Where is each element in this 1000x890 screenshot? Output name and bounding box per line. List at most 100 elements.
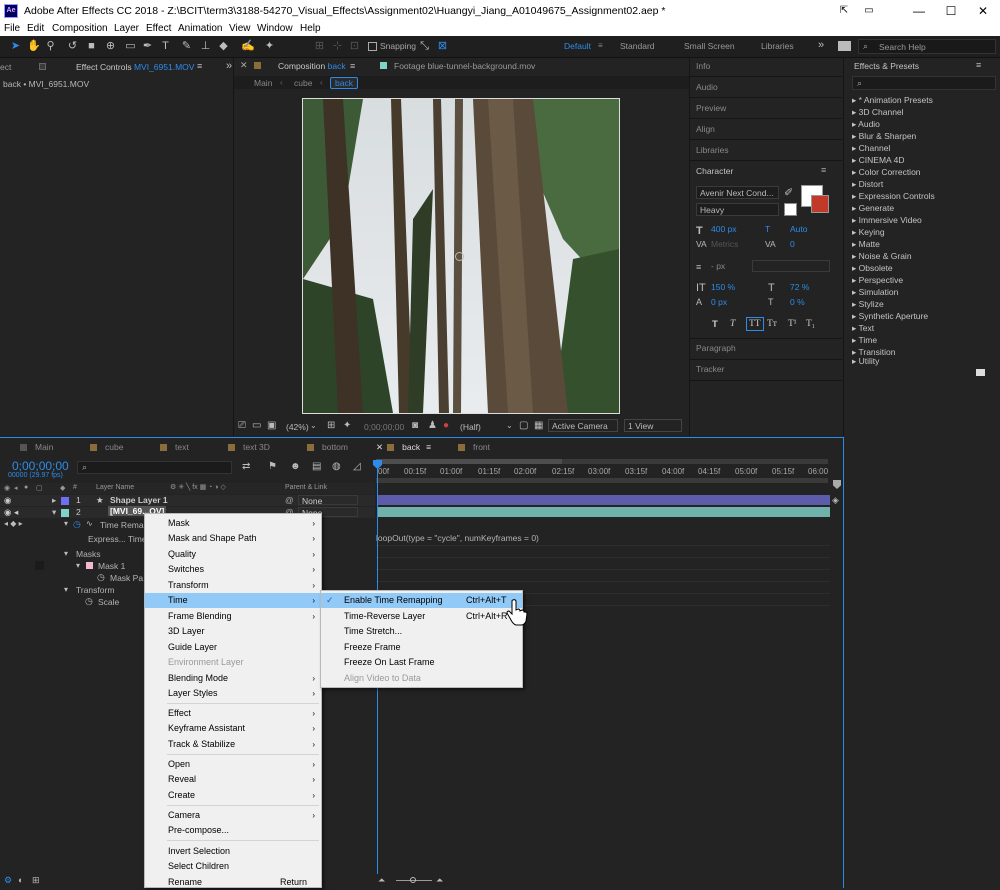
menu-item-reveal[interactable]: Reveal › [145, 772, 321, 787]
mask-visibility-icon[interactable]: ✦ [343, 420, 351, 431]
workspace-overflow-icon[interactable]: » [818, 39, 824, 51]
close-button[interactable]: ✕ [974, 2, 992, 20]
tracking-value[interactable]: 0 [790, 239, 795, 249]
axis-world-icon[interactable]: ⊹ [331, 40, 344, 53]
tracker-panel-tab[interactable]: Tracker [696, 364, 725, 374]
fx-item[interactable]: ▸ Simulation [852, 287, 898, 298]
info-panel-tab[interactable]: Info [696, 61, 710, 71]
camera-dropdown[interactable]: Active Camera [548, 419, 618, 432]
zoom-out-icon[interactable]: ⏶ [378, 875, 385, 886]
minimize-button[interactable]: — [910, 2, 928, 20]
mask1-label[interactable]: Mask 1 [98, 561, 125, 571]
snap-options-icon[interactable]: ⤡ [418, 40, 431, 53]
layer-bar-2[interactable] [378, 507, 830, 517]
menu-item-effect[interactable]: Effect › [145, 706, 321, 721]
transparency-grid-icon[interactable]: ▦ [534, 420, 543, 431]
faux-bold-button[interactable]: T [712, 319, 718, 330]
menu-item-enable-time-remapping[interactable]: ✓ Enable Time Remapping Ctrl+Alt+T [321, 593, 522, 608]
layer-name-header[interactable]: Layer Name [96, 484, 134, 491]
fx-item[interactable]: ▸ Keying [852, 227, 885, 238]
fx-item[interactable]: ▸ Distort [852, 179, 883, 190]
font-family-dropdown[interactable]: Avenir Next Cond... [696, 186, 779, 199]
zoom-slider-thumb[interactable] [410, 877, 416, 883]
menu-view[interactable]: View [229, 23, 251, 34]
menu-item-create[interactable]: Create › [145, 788, 321, 803]
tab-menu-icon[interactable]: ≡ [426, 442, 431, 452]
graph-editor-icon[interactable]: ◿ [353, 461, 361, 472]
type-tool-icon[interactable]: T [159, 40, 172, 53]
motion-blur-icon[interactable]: ◍ [332, 461, 341, 472]
comp-mini-flowchart-icon[interactable]: ⇄ [242, 461, 250, 472]
horizontal-scale-value[interactable]: 72 % [790, 282, 809, 292]
menu-effect[interactable]: Effect [146, 23, 171, 34]
mask-solo-slot[interactable] [35, 561, 44, 570]
menu-item-keyframe-assistant[interactable]: Keyframe Assistant › [145, 721, 321, 736]
parent-pickwhip-icon[interactable]: @ [285, 495, 294, 505]
help-search-input[interactable]: ⌕ Search Help [858, 39, 996, 54]
tsume-value[interactable]: 0 % [790, 297, 805, 307]
fx-item[interactable]: ▸ 3D Channel [852, 107, 904, 118]
menu-item-time-reverse-layer[interactable]: Time-Reverse Layer Ctrl+Alt+R [321, 609, 522, 624]
timeline-tab-text3d[interactable]: text 3D [228, 442, 270, 452]
layer-visibility-icon[interactable]: ◉ [4, 495, 11, 506]
channel-icon[interactable]: ● [443, 420, 449, 431]
menu-item-blending-mode[interactable]: Blending Mode › [145, 671, 321, 686]
faux-italic-button[interactable]: T [730, 319, 735, 329]
breadcrumb-main[interactable]: Main [254, 78, 272, 88]
new-folder-icon[interactable] [976, 369, 985, 376]
timeline-tab-back[interactable]: ✕ back ≡ [376, 442, 431, 453]
fx-item[interactable]: ▸ Blur & Sharpen [852, 131, 916, 142]
effects-search-input[interactable]: ⌕ [852, 76, 996, 90]
menu-item-invert-selection[interactable]: Invert Selection [145, 844, 321, 859]
scale-stopwatch-icon[interactable]: ◷ [85, 596, 93, 607]
roto-brush-tool-icon[interactable]: ✍ [241, 40, 255, 53]
menu-edit[interactable]: Edit [27, 23, 44, 34]
clone-stamp-tool-icon[interactable]: ⊥ [199, 40, 212, 53]
project-tab-cut[interactable]: ect [0, 62, 11, 72]
menu-item-mask[interactable]: Mask › [145, 516, 321, 531]
panel-overflow-icon[interactable]: » [226, 60, 232, 72]
fx-item[interactable]: ▸ Perspective [852, 275, 903, 286]
fx-item[interactable]: ▸ Audio [852, 119, 880, 130]
draft-3d-icon[interactable]: ⚑ [268, 461, 277, 472]
workspace-menu-icon[interactable]: ≡ [598, 41, 603, 50]
fx-item[interactable]: ▸ Utility [852, 356, 879, 367]
snapshot-icon[interactable]: ◙ [412, 420, 418, 431]
layer-name[interactable]: Shape Layer 1 [110, 495, 168, 505]
mask-path-stopwatch-icon[interactable]: ◷ [97, 572, 105, 583]
vr-icon[interactable]: ▭ [860, 2, 878, 20]
fx-item[interactable]: ▸ Channel [852, 143, 890, 154]
work-area-range[interactable] [376, 459, 562, 464]
breadcrumb-back[interactable]: back [330, 77, 358, 89]
menu-item-camera[interactable]: Camera › [145, 808, 321, 823]
menu-item-transform[interactable]: Transform › [145, 578, 321, 593]
timeline-tab-main[interactable]: Main [20, 442, 53, 452]
leading-value[interactable]: Auto [790, 224, 808, 234]
transform-expand-icon[interactable]: ▾ [64, 585, 68, 594]
region-interest-icon[interactable]: ▢ [519, 420, 528, 431]
expression-label[interactable]: Express... Time [88, 534, 147, 544]
superscript-button[interactable]: T¹ [788, 319, 797, 329]
layer-row-1[interactable]: ◉ ▸ 1 ★ Shape Layer 1 @ None [0, 495, 375, 506]
timeline-ruler-track[interactable] [376, 478, 828, 483]
layer-expand-icon[interactable]: ▸ [52, 495, 56, 506]
panel-menu-icon[interactable]: ≡ [197, 61, 202, 71]
menu-file[interactable]: File [4, 23, 20, 34]
fx-item[interactable]: ▸ Expression Controls [852, 191, 935, 202]
layer-color-swatch[interactable] [61, 509, 69, 517]
selection-tool-icon[interactable]: ➤ [9, 40, 22, 53]
workspace-default[interactable]: Default [564, 41, 591, 51]
timeline-tab-front[interactable]: front [458, 442, 490, 452]
menu-item-mask-shape-path[interactable]: Mask and Shape Path › [145, 531, 321, 546]
layer-switches-icon[interactable]: ⚙ [4, 875, 12, 886]
character-panel-title[interactable]: Character [696, 166, 733, 176]
fx-item[interactable]: ▸ Stylize [852, 299, 884, 310]
comp-close-icon[interactable]: ✕ [240, 60, 248, 71]
character-menu-icon[interactable]: ≡ [821, 165, 826, 175]
in-out-icon[interactable]: ⊞ [32, 875, 40, 886]
fx-item[interactable]: ▸ Matte [852, 239, 880, 250]
menu-composition[interactable]: Composition [52, 23, 108, 34]
expression-text[interactable]: loopOut(type = "cycle", numKeyframes = 0… [376, 533, 539, 543]
menu-item-freeze-on-last-frame[interactable]: Freeze On Last Frame [321, 655, 522, 670]
layer-visibility-icon[interactable]: ◉ [4, 507, 11, 518]
